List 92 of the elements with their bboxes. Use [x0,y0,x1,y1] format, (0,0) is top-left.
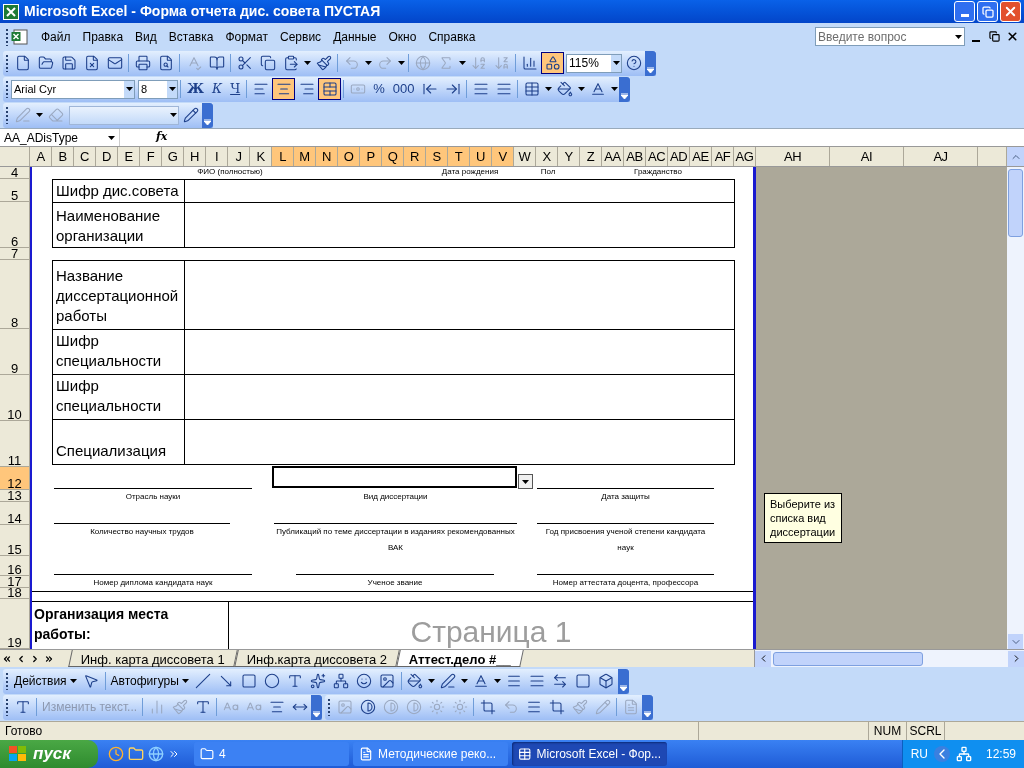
field-caption: Количество научных трудов [90,527,194,536]
column-header[interactable]: W [514,147,536,166]
column-header[interactable]: N [316,147,338,166]
field-caption: Отрасль науки [125,492,181,501]
italic-button[interactable]: К [208,78,227,100]
field-caption: Дата защиты [601,492,650,501]
font-field[interactable]: Arial Cyr [11,79,135,99]
fill-in-line[interactable]: Год присвоения ученой степени кандидата наук [537,523,714,556]
column-header[interactable]: AG [734,147,756,166]
field-caption: ФИО (полностью) [196,167,264,177]
column-header[interactable]: AE [690,147,712,166]
column-header[interactable]: V [492,147,514,166]
underline-button[interactable]: Ч [226,78,245,100]
field-caption: Вид диссертации [363,492,428,501]
column-header[interactable]: I [206,147,228,166]
autoshapes-menu-button[interactable]: Автофигуры [107,672,192,690]
column-header[interactable]: AD [668,147,690,166]
column-header[interactable]: R [404,147,426,166]
label-cell: Шифр специальности [53,375,185,419]
column-header[interactable]: Q [382,147,404,166]
column-header[interactable]: T [448,147,470,166]
start-button[interactable]: пуск [0,740,98,768]
column-header[interactable]: J [228,147,250,166]
column-header[interactable]: AA [602,147,624,166]
menu-item[interactable]: Правка [76,27,130,46]
zoom-field[interactable]: 115% [566,53,622,73]
field-caption: Номер диплома кандидата наук [93,578,213,587]
label-cell: Наименование организации [53,203,185,247]
column-header[interactable]: H [184,147,206,166]
fill-in-line[interactable]: Дата защиты [537,488,714,505]
column-header[interactable]: AF [712,147,734,166]
menu-item[interactable]: Справка [422,27,482,46]
column-header[interactable]: D [96,147,118,166]
column-header[interactable]: L [272,147,294,166]
label-cell: Шифр дис.совета [53,180,185,202]
column-header[interactable]: E [118,147,140,166]
field-caption: Пол [539,167,557,177]
menu-item[interactable]: Окно [382,27,423,46]
row-header[interactable]: 12 [0,467,30,490]
help-search-field[interactable]: Введите вопрос [815,27,965,46]
label-cell: Название диссертационной работы [53,261,185,329]
sheet-tab[interactable]: Инф.карта диссовета 2 [234,650,400,667]
label-cell: Шифр специальности [53,330,185,374]
font-size-field[interactable]: 8 [138,79,178,99]
column-header[interactable]: AI [830,147,904,166]
taskbar-button[interactable]: 4 [194,742,349,766]
taskbar-button[interactable]: Microsoft Excel - Фор... [512,742,667,766]
column-header[interactable]: S [426,147,448,166]
taskbar-button[interactable]: Методические реко... [353,742,508,766]
column-header[interactable]: AB [624,147,646,166]
percent-button[interactable]: % [369,78,389,100]
column-header[interactable]: M [294,147,316,166]
column-header[interactable]: F [140,147,162,166]
label-cell: Специализация [53,420,185,464]
menu-item[interactable]: Формат [219,27,275,46]
field-caption: Гражданство [633,167,683,177]
field-caption: Ученое звание [367,578,423,587]
tooltip: Выберите из списка вид диссертации [764,493,842,543]
status-text: Готово [5,723,44,740]
column-header[interactable]: AC [646,147,668,166]
field-caption: Номер аттестата доцента, профессора [552,578,699,587]
function-label[interactable]: fx [156,129,168,146]
column-header[interactable]: Y [558,147,580,166]
column-header[interactable]: AH [756,147,830,166]
actions-menu-button[interactable]: Действия [11,672,80,690]
menu-item[interactable]: Вставка [162,27,220,46]
sheet-tab[interactable]: Инф. карта диссовета 1 [68,650,238,667]
column-header[interactable]: P [360,147,382,166]
column-header[interactable]: X [536,147,558,166]
column-header[interactable]: C [74,147,96,166]
field-caption: Год присвоения ученой степени кандидата наук [545,527,706,552]
column-header[interactable]: U [470,147,492,166]
menu-item[interactable]: Сервис [274,27,328,46]
menu-item[interactable]: Вид [129,27,163,46]
column-header[interactable]: Z [580,147,602,166]
column-header[interactable]: B [52,147,74,166]
menu-item[interactable]: Данные [327,27,383,46]
window-title: Microsoft Excel - Форма отчета дис. совета ПУСТАЯ [24,2,381,21]
column-header[interactable]: O [338,147,360,166]
clock-text: 12:59 [985,746,1016,763]
column-header[interactable]: AJ [904,147,978,166]
fill-in-line[interactable]: Отрасль науки [54,488,252,505]
fill-in-line[interactable]: Количество научных трудов [54,523,230,540]
field-caption: Дата рождения [440,167,500,177]
column-header[interactable]: A [30,147,52,166]
thousands-button[interactable]: 000 [388,78,419,100]
page-watermark: Страница 1 [410,615,572,649]
menu-item[interactable]: Файл [35,27,77,46]
column-header[interactable]: G [162,147,184,166]
sheet-tab[interactable]: Аттест.дело #__ [396,650,524,667]
bold-button[interactable]: Ж [183,78,209,100]
fill-in-line[interactable]: Вид диссертации [274,488,517,505]
